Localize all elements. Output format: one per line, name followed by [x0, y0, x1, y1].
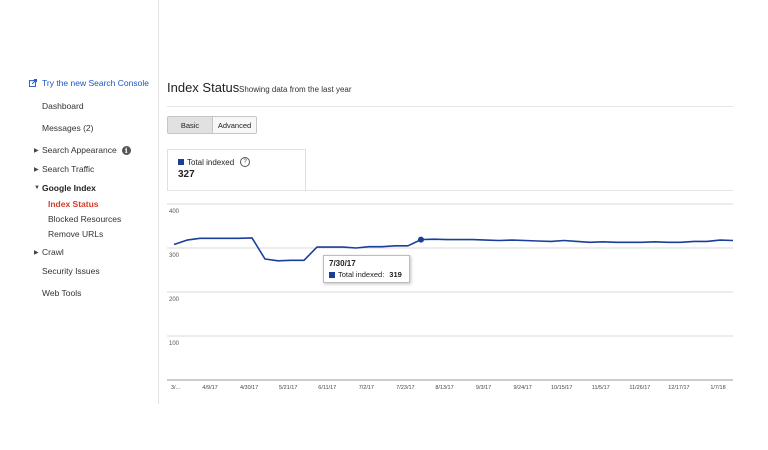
y-tick-label: 200 [169, 297, 180, 303]
x-tick-label: 11/5/17 [592, 385, 610, 391]
chart-tooltip: 7/30/17 Total indexed: 319 [323, 255, 410, 283]
x-tick-label: 4/30/17 [240, 385, 258, 391]
y-tick-label: 400 [169, 209, 180, 215]
tooltip-value: 319 [389, 270, 402, 279]
tooltip-date: 7/30/17 [329, 259, 356, 268]
x-tick-label: 12/17/17 [668, 385, 689, 391]
y-tick-label: 100 [169, 341, 180, 347]
x-tick-label: 10/15/17 [551, 385, 572, 391]
x-tick-label: 1/7/18 [710, 385, 725, 391]
series-line-total-indexed [173, 237, 734, 262]
series-swatch [329, 271, 335, 278]
x-tick-label: 9/24/17 [513, 385, 531, 391]
x-tick-label: 5/21/17 [279, 385, 297, 391]
x-tick-label: 3/... [171, 385, 181, 391]
index-status-chart[interactable]: 100 200 300 400 3/... 4/9/17 4/30/17 5/21/17 6/1… [0, 0, 768, 450]
x-tick-label: 9/3/17 [476, 385, 491, 391]
x-tick-label: 8/13/17 [435, 385, 453, 391]
x-tick-label: 7/2/17 [359, 385, 374, 391]
x-tick-label: 6/11/17 [318, 385, 336, 391]
x-tick-label: 4/9/17 [202, 385, 217, 391]
tooltip-label: Total indexed: [338, 270, 385, 279]
highlight-point [418, 236, 424, 243]
x-tick-label: 11/26/17 [629, 385, 650, 391]
tooltip-row: Total indexed: 319 [329, 270, 402, 279]
x-tick-label: 7/23/17 [396, 385, 414, 391]
y-tick-label: 300 [169, 253, 180, 259]
